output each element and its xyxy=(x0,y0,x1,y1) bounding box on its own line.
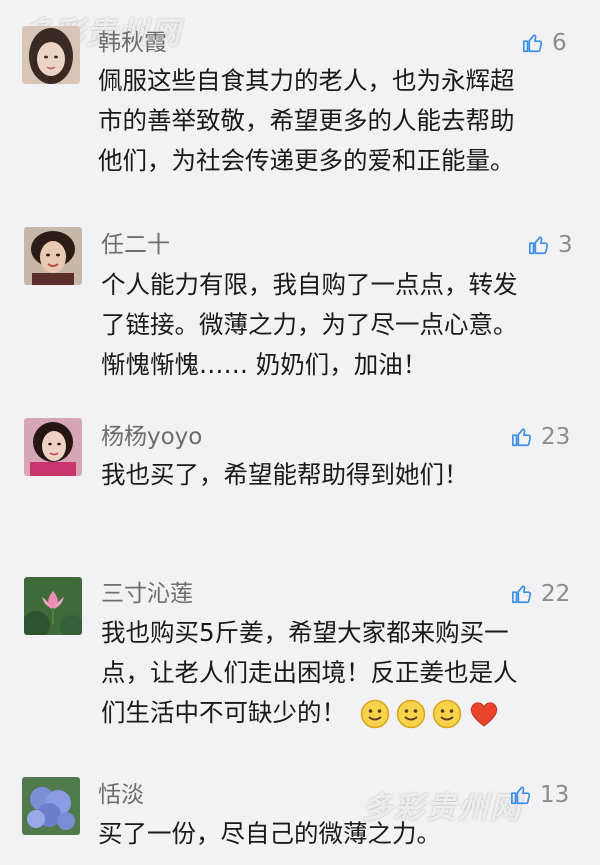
comment-line: 他们，为社会传递更多的爱和正能量。 xyxy=(98,146,515,175)
smile-emoji-icon xyxy=(396,699,426,729)
like-count: 6 xyxy=(552,30,567,56)
avatar[interactable] xyxy=(24,577,82,635)
comment-author[interactable]: 三寸沁莲 xyxy=(101,580,193,608)
smile-emoji-icon xyxy=(360,699,390,729)
thumbs-up-icon xyxy=(512,585,532,604)
comment-line: 买了一份，尽自己的微薄之力。 xyxy=(98,819,441,848)
like-count: 22 xyxy=(541,581,571,607)
comment-author[interactable]: 任二十 xyxy=(101,231,170,259)
comment-text: 佩服这些自食其力的老人，也为永辉超 市的善举致敬，希望更多的人能去帮助 他们，为… xyxy=(98,61,515,181)
comment-author[interactable]: 韩秋霞 xyxy=(98,29,167,57)
comment-line: 我也购买5斤姜，希望大家都来购买一 xyxy=(101,618,509,647)
thumbs-up-icon xyxy=(529,236,549,255)
comment-line-text: 们生活中不可缺少的！ xyxy=(101,698,346,727)
comment-line: 了链接。微薄之力，为了尽一点心意。 xyxy=(101,310,518,339)
thumbs-up-icon xyxy=(523,34,543,53)
like-count: 23 xyxy=(541,424,571,450)
thumbs-up-icon xyxy=(512,428,532,447)
comment-text: 我也买了，希望能帮助得到她们！ xyxy=(101,455,469,495)
comment-line: 佩服这些自食其力的老人，也为永辉超 xyxy=(98,66,515,95)
like-count: 13 xyxy=(540,782,570,808)
comment-text: 我也购买5斤姜，希望大家都来购买一 点，让老人们走出困境！反正姜也是人 们生活中… xyxy=(101,613,518,733)
like-button[interactable]: 23 xyxy=(511,423,570,451)
avatar[interactable] xyxy=(24,418,82,476)
thumbs-up-icon xyxy=(511,786,531,805)
smile-emoji-icon xyxy=(432,699,462,729)
comment-author[interactable]: 杨杨yoyo xyxy=(101,423,202,451)
comment-line: 点，让老人们走出困境！反正姜也是人 xyxy=(101,658,518,687)
emoji-row xyxy=(360,699,500,729)
like-button[interactable]: 22 xyxy=(511,580,570,608)
avatar[interactable] xyxy=(22,26,80,84)
comment-text: 个人能力有限，我自购了一点点，转发 了链接。微薄之力，为了尽一点心意。 惭愧惭愧… xyxy=(101,265,518,385)
comment-line: 市的善举致敬，希望更多的人能去帮助 xyxy=(98,106,515,135)
comment-line: 我也买了，希望能帮助得到她们！ xyxy=(101,460,469,489)
heart-emoji-icon xyxy=(470,702,497,727)
comment-line: 们生活中不可缺少的！ xyxy=(101,693,518,733)
like-count: 3 xyxy=(558,232,573,258)
comment-text: 买了一份，尽自己的微薄之力。 xyxy=(98,814,441,854)
comment-line: 惭愧惭愧…… 奶奶们，加油！ xyxy=(101,350,428,379)
avatar[interactable] xyxy=(24,227,82,285)
avatar[interactable] xyxy=(22,777,80,835)
comment-line: 个人能力有限，我自购了一点点，转发 xyxy=(101,270,518,299)
comment-author[interactable]: 恬淡 xyxy=(98,781,144,809)
like-button[interactable]: 13 xyxy=(510,781,569,809)
like-button[interactable]: 6 xyxy=(522,29,567,57)
like-button[interactable]: 3 xyxy=(528,231,573,259)
